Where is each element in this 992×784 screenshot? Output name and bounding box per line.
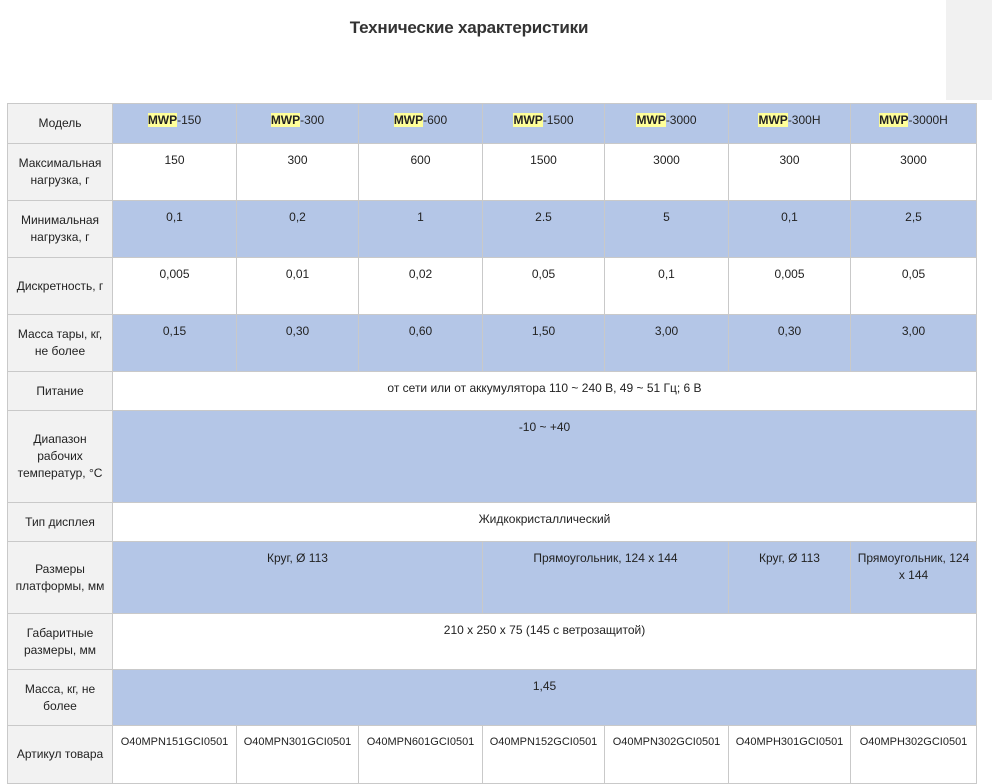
page-title: Технические характеристики [349,18,589,37]
row-power: Питание от сети или от аккумулятора 110 … [7,371,977,411]
min-load-cell: 2,5 [850,200,977,258]
model-cell: MWP-3000 [604,103,729,144]
row-discreteness: Дискретность, г 0,005 0,01 0,02 0,05 0,1… [7,257,977,315]
model-cell: MWP-3000H [850,103,977,144]
model-cell: MWP-600 [358,103,483,144]
discreteness-cell: 0,05 [850,257,977,315]
min-load-cell: 2.5 [482,200,605,258]
power-cell: от сети или от аккумулятора 110 ~ 240 В,… [112,371,977,411]
model-prefix: MWP [270,113,301,127]
row-max-load: Максимальная нагрузка, г 150 300 600 150… [7,143,977,201]
row-dimensions: Габаритные размеры, мм 210 x 250 x 75 (1… [7,613,977,670]
model-suffix: -150 [177,113,202,127]
model-cell: MWP-300 [236,103,359,144]
max-load-cell: 300 [728,143,851,201]
label-mass: Масса, кг, не более [7,669,113,726]
temp-range-cell: -10 ~ +40 [112,410,977,503]
label-model: Модель [7,103,113,144]
platform-cell: Круг, Ø 113 [728,541,851,614]
discreteness-cell: 0,01 [236,257,359,315]
tare-cell: 3,00 [850,314,977,372]
label-display: Тип дисплея [7,502,113,542]
tare-cell: 0,30 [236,314,359,372]
discreteness-cell: 0,05 [482,257,605,315]
row-platform: Размеры платформы, мм Круг, Ø 113 Прямоу… [7,541,977,614]
row-sku: Артикул товара O40MPN151GCI0501 O40MPN30… [7,725,977,784]
mass-cell: 1,45 [112,669,977,726]
dimensions-cell: 210 x 250 x 75 (145 с ветрозащитой) [112,613,977,670]
min-load-cell: 1 [358,200,483,258]
label-tare: Масса тары, кг, не более [7,314,113,372]
tare-cell: 1,50 [482,314,605,372]
min-load-cell: 0,1 [728,200,851,258]
model-cell: MWP-150 [112,103,237,144]
discreteness-cell: 0,005 [728,257,851,315]
discreteness-cell: 0,1 [604,257,729,315]
specs-table: Модель MWP-150 MWP-300 MWP-600 MWP-1500 … [7,103,977,784]
label-min-load: Минимальная нагрузка, г [7,200,113,258]
tare-cell: 3,00 [604,314,729,372]
model-cell: MWP-1500 [482,103,605,144]
model-suffix: -300H [787,113,821,127]
label-sku: Артикул товара [7,725,113,784]
sku-cell: O40MPH302GCI0501 [850,725,977,784]
tare-cell: 0,15 [112,314,237,372]
row-mass: Масса, кг, не более 1,45 [7,669,977,726]
row-temp-range: Диапазон рабочих температур, °С -10 ~ +4… [7,410,977,503]
max-load-cell: 300 [236,143,359,201]
max-load-cell: 150 [112,143,237,201]
model-suffix: -600 [423,113,448,127]
label-discreteness: Дискретность, г [7,257,113,315]
label-platform: Размеры платформы, мм [7,541,113,614]
max-load-cell: 1500 [482,143,605,201]
min-load-cell: 0,1 [112,200,237,258]
sku-cell: O40MPN152GCI0501 [482,725,605,784]
model-prefix: MWP [636,113,666,127]
max-load-cell: 600 [358,143,483,201]
min-load-cell: 0,2 [236,200,359,258]
model-cell: MWP-300H [728,103,851,144]
tare-cell: 0,60 [358,314,483,372]
row-model: Модель MWP-150 MWP-300 MWP-600 MWP-1500 … [7,103,977,144]
platform-cell: Круг, Ø 113 [112,541,483,614]
platform-cell: Прямоугольник, 124 x 144 [850,541,977,614]
sku-cell: O40MPN601GCI0501 [358,725,483,784]
sku-cell: O40MPN151GCI0501 [112,725,237,784]
right-panel-strip [946,0,992,100]
model-prefix: MWP [147,113,178,127]
discreteness-cell: 0,02 [358,257,483,315]
model-prefix: MWP [758,113,788,127]
model-suffix: -3000 [665,113,697,127]
platform-cell: Прямоугольник, 124 x 144 [482,541,729,614]
model-prefix: MWP [879,113,909,127]
row-display: Тип дисплея Жидкокристаллический [7,502,977,542]
model-suffix: -3000H [908,113,948,127]
sku-cell: O40MPN302GCI0501 [604,725,729,784]
label-max-load: Максимальная нагрузка, г [7,143,113,201]
label-power: Питание [7,371,113,411]
sku-cell: O40MPN301GCI0501 [236,725,359,784]
max-load-cell: 3000 [850,143,977,201]
model-prefix: MWP [393,113,424,127]
model-suffix: -300 [300,113,325,127]
model-prefix: MWP [513,113,543,127]
label-temp-range: Диапазон рабочих температур, °С [7,410,113,503]
min-load-cell: 5 [604,200,729,258]
discreteness-cell: 0,005 [112,257,237,315]
display-cell: Жидкокристаллический [112,502,977,542]
model-suffix: -1500 [542,113,574,127]
row-tare: Масса тары, кг, не более 0,15 0,30 0,60 … [7,314,977,372]
tare-cell: 0,30 [728,314,851,372]
max-load-cell: 3000 [604,143,729,201]
row-min-load: Минимальная нагрузка, г 0,1 0,2 1 2.5 5 … [7,200,977,258]
sku-cell: O40MPH301GCI0501 [728,725,851,784]
label-dimensions: Габаритные размеры, мм [7,613,113,670]
